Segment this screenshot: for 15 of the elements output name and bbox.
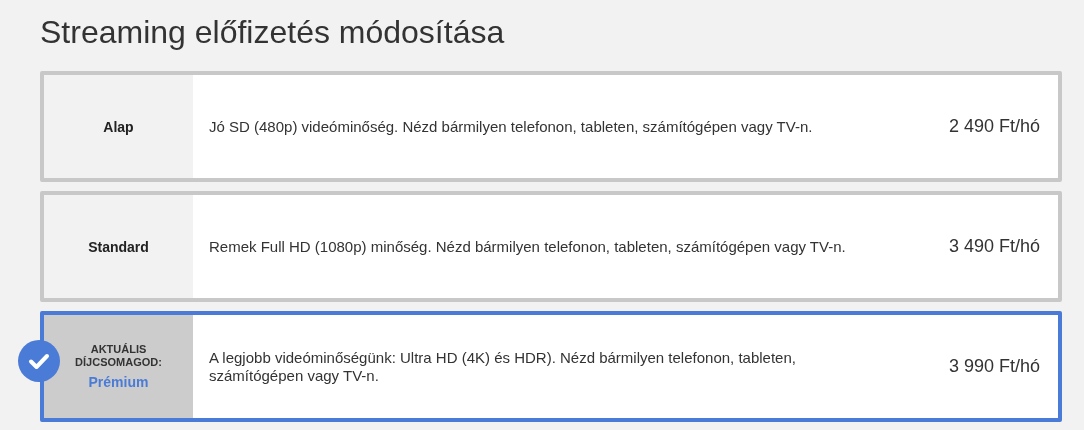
plan-name: Alap bbox=[103, 118, 134, 135]
plan-price: 3 490 Ft/hó bbox=[947, 236, 1041, 257]
plan-price: 3 990 Ft/hó bbox=[947, 356, 1041, 377]
plan-card[interactable]: AKTUÁLIS DÍJCSOMAGOD: Prémium A legjobb videóminőségünk: Ultra HD (4K) és HDR). Nézd bármilyen telefonon, tableten, számítógépen vagy TV-n. 3 990 Ft/hó bbox=[40, 311, 1062, 422]
check-icon bbox=[18, 340, 60, 382]
plan-price: 2 490 Ft/hó bbox=[947, 116, 1041, 137]
current-plan-label: AKTUÁLIS DÍJCSOMAGOD: bbox=[74, 343, 163, 369]
plan-name: Prémium bbox=[88, 374, 149, 390]
plan-name: Standard bbox=[88, 238, 149, 255]
plan-description: Jó SD (480p) videóminőség. Nézd bármilyen telefonon, tableten, számítógépen vagy TV-n. bbox=[208, 117, 814, 136]
plan-description: A legjobb videóminőségünk: Ultra HD (4K) és HDR). Nézd bármilyen telefonon, tableten, számítógépen vagy TV-n. bbox=[208, 348, 797, 385]
plan-card[interactable]: Standard Remek Full HD (1080p) minőség. Nézd bármilyen telefonon, tableten, számítógépen vagy TV-n. 3 490 Ft/hó bbox=[40, 191, 1062, 302]
plan-card[interactable]: Alap Jó SD (480p) videóminőség. Nézd bármilyen telefonon, tableten, számítógépen vagy TV-n. 2 490 Ft/hó bbox=[40, 71, 1062, 182]
plan-description: Remek Full HD (1080p) minőség. Nézd bármilyen telefonon, tableten, számítógépen vagy TV-n. bbox=[208, 237, 847, 256]
page-title: Streaming előfizetés módosítása bbox=[40, 13, 506, 52]
